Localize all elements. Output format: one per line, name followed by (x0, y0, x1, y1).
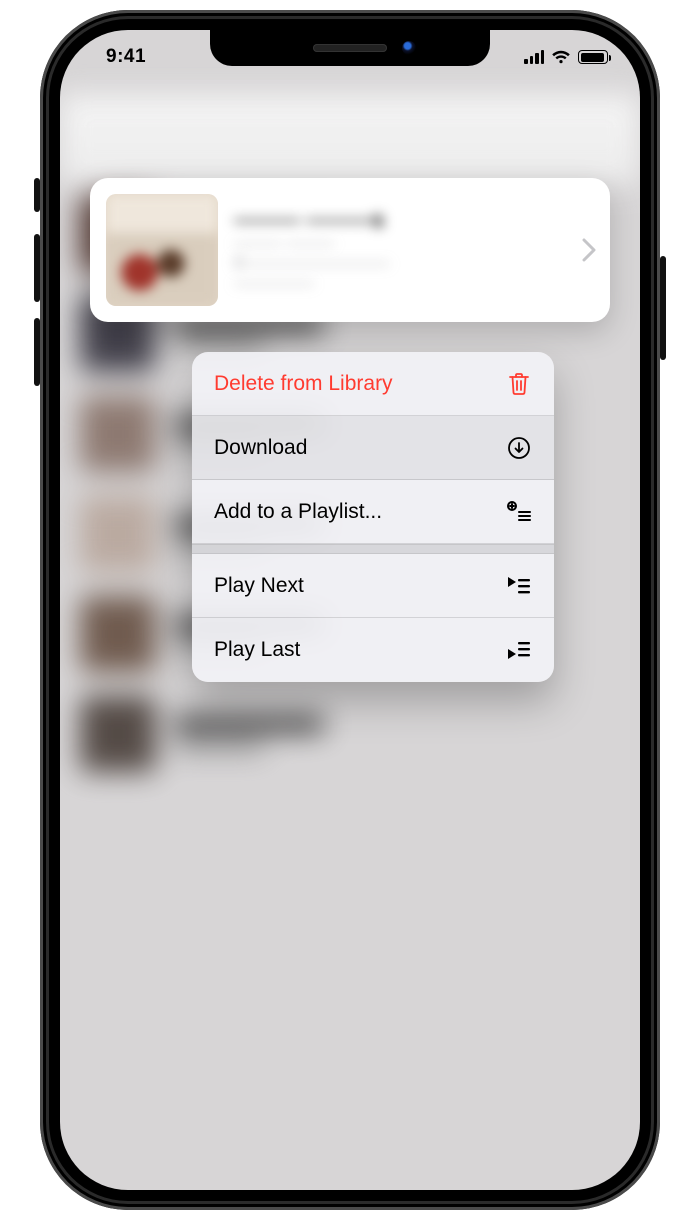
notch (210, 30, 490, 66)
download-circle-icon (506, 435, 532, 461)
menu-item-play-last[interactable]: Play Last (192, 618, 554, 682)
chevron-right-icon (582, 238, 596, 262)
menu-item-delete-from-library[interactable]: Delete from Library (192, 352, 554, 416)
song-title: ——— ———s (234, 207, 566, 233)
front-camera (402, 41, 416, 55)
play-last-icon (506, 637, 532, 663)
status-icons (524, 50, 612, 64)
song-info-text: ——— ———s ——— ——— C————————— ————— (234, 207, 566, 293)
menu-item-play-next[interactable]: Play Next (192, 554, 554, 618)
trash-icon (506, 371, 532, 397)
power-button (660, 256, 666, 360)
menu-separator (192, 544, 554, 554)
context-menu: Delete from Library Download (192, 352, 554, 682)
album-art (106, 194, 218, 306)
cellular-icon (524, 50, 544, 64)
menu-item-label: Play Next (214, 574, 304, 598)
volume-down-button (34, 318, 40, 386)
wifi-icon (551, 50, 571, 64)
screen: 9:41 (60, 30, 640, 1190)
speaker-grille (313, 44, 387, 52)
song-subtitle-1: ——— ——— (234, 235, 566, 253)
menu-item-label: Download (214, 436, 307, 460)
play-next-icon (506, 573, 532, 599)
battery-icon (578, 50, 608, 64)
menu-item-add-to-playlist[interactable]: Add to a Playlist... (192, 480, 554, 544)
menu-item-label: Play Last (214, 638, 300, 662)
status-time: 9:41 (92, 46, 146, 68)
menu-item-download[interactable]: Download (192, 416, 554, 480)
volume-up-button (34, 234, 40, 302)
song-subtitle-2: C————————— (234, 255, 566, 273)
mute-switch (34, 178, 40, 212)
menu-item-label: Delete from Library (214, 372, 393, 396)
add-to-playlist-icon (506, 499, 532, 525)
song-info-card[interactable]: ——— ———s ——— ——— C————————— ————— (90, 178, 610, 322)
iphone-device-frame: 9:41 (40, 10, 660, 1210)
menu-item-label: Add to a Playlist... (214, 500, 382, 524)
song-subtitle-3: ————— (234, 275, 566, 293)
